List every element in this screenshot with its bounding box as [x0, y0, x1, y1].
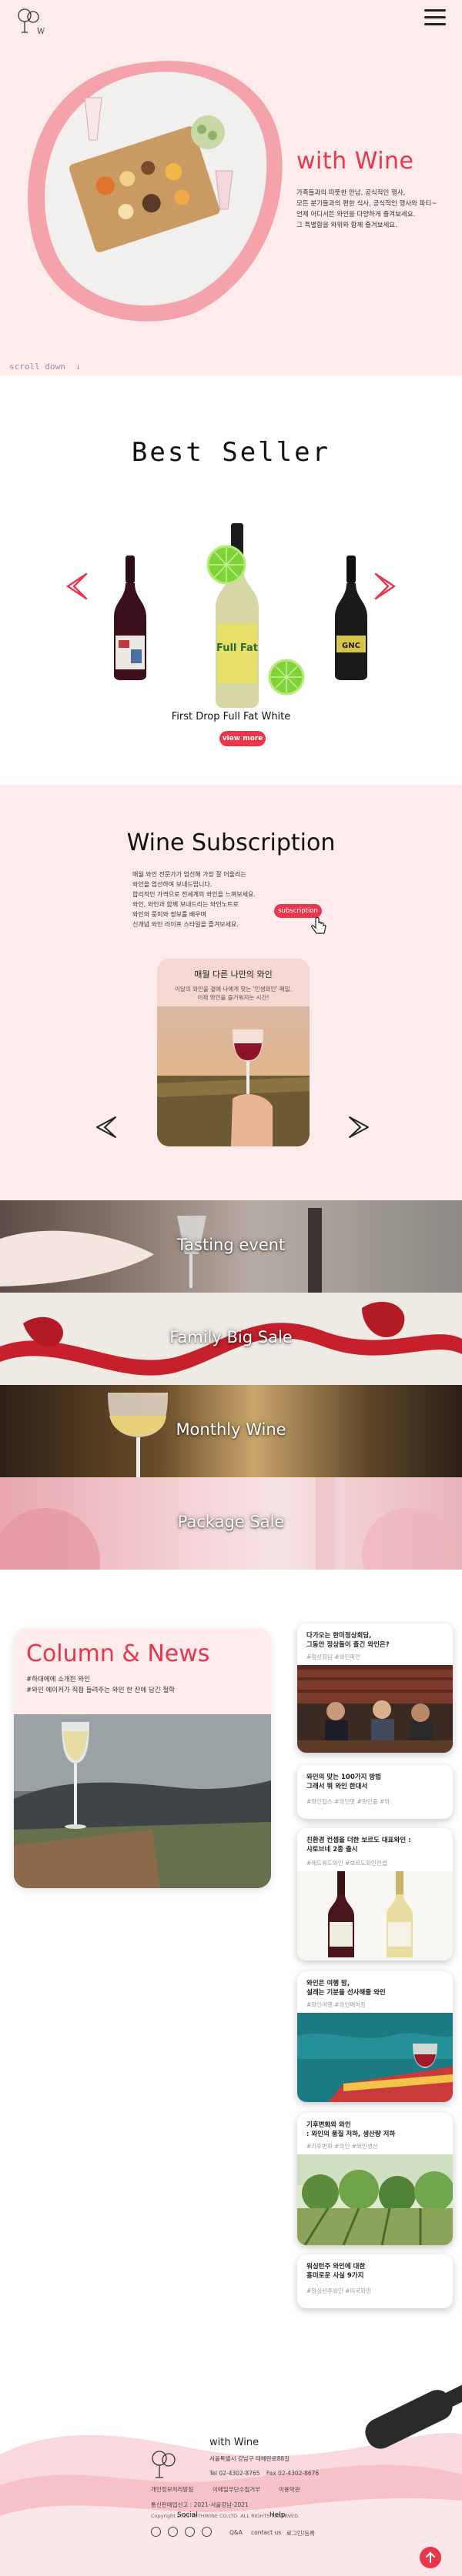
- footer-link-privacy[interactable]: 개인정보처리방침: [151, 2485, 193, 2494]
- subscription-card-title: 매월 다른 나만의 와인: [194, 969, 273, 979]
- news-tags: #정상회담 #와인파인: [306, 1653, 361, 1660]
- prev-arrow-icon[interactable]: [63, 571, 91, 602]
- hand-pointer-icon: [311, 917, 326, 934]
- news-item[interactable]: 친환경 컨셉을 더한 보르도 대표와인 : 샤토브네 2종 출시 #에드워드와인…: [297, 1828, 453, 1960]
- subscription-button[interactable]: subscription: [274, 904, 322, 918]
- footer-license: 통신판매업신고 : 2021-서울강남-2021: [151, 2501, 249, 2508]
- footer-logo[interactable]: [151, 2450, 188, 2488]
- bottle-right-image[interactable]: GNC: [332, 556, 370, 680]
- news-tags: #와인팁스 #와인맛 #와인즐 #와: [306, 1798, 390, 1805]
- help-link-contact[interactable]: contact us: [251, 2529, 281, 2536]
- footer-link-email[interactable]: 이메일무단수집거부: [213, 2485, 260, 2494]
- hamburger-icon[interactable]: [424, 9, 446, 26]
- footer-help-title: Help: [270, 2511, 286, 2519]
- footer-address: 서울특별시 강남구 테헤란로88길: [209, 2455, 290, 2462]
- bottle-center-image[interactable]: Full Fat: [205, 523, 305, 708]
- help-link-login[interactable]: 로그인/등록: [286, 2529, 315, 2538]
- subscription-next-arrow-icon[interactable]: [346, 1116, 371, 1139]
- banner-family-big-sale[interactable]: Family Big Sale: [0, 1293, 462, 1385]
- subscription-title: Wine Subscription: [126, 829, 336, 856]
- view-more-button[interactable]: view more: [219, 731, 266, 746]
- news-image: [297, 2013, 453, 2102]
- subscription-prev-arrow-icon[interactable]: [94, 1116, 119, 1139]
- youtube-icon[interactable]: [202, 2527, 212, 2537]
- bottle-label-text: GNC: [342, 642, 360, 650]
- column-title: Column & News: [26, 1640, 210, 1667]
- scroll-down-label: scroll down: [9, 362, 65, 372]
- column-card[interactable]: Column & News #하대에에 소개된 와인 #와인 에이커가 직접 들…: [14, 1628, 271, 1888]
- twitter-icon[interactable]: [168, 2527, 178, 2537]
- news-title: 와인은 여행 밤, 설레는 기분을 선사해줄 와인: [306, 1980, 386, 1997]
- news-item[interactable]: 다가오는 한미정상회담, 그동안 정상들이 즐긴 와인은? #정상회담 #와인파…: [297, 1623, 453, 1753]
- instagram-icon[interactable]: [185, 2527, 195, 2537]
- news-item[interactable]: 와인의 맞는 100가지 방법 그래서 뭐 와인 한대서 #와인팁스 #와인맛 …: [297, 1765, 453, 1819]
- footer-social-title: Social: [177, 2511, 198, 2519]
- help-link-qna[interactable]: Q&A: [229, 2529, 243, 2536]
- subscription-card-image: [157, 1006, 310, 1146]
- banner-label: Tasting event: [176, 1236, 286, 1254]
- news-tags: #와인여행 #와인페어링: [306, 2001, 367, 2008]
- news-tags: #와싱턴주와인 #미국와인: [306, 2287, 371, 2294]
- column-image: [14, 1714, 271, 1888]
- news-image: [297, 1665, 453, 1753]
- hero-image: [28, 61, 283, 322]
- banner-label: Family Big Sale: [169, 1328, 293, 1346]
- news-title: 기후변화와 와인 : 와인의 품질 저하, 생산량 저하: [306, 2121, 396, 2138]
- column-description: #하대에에 소개된 와인 #와인 에이커가 직접 들려주는 와인 한 잔에 담긴…: [26, 1676, 175, 1694]
- site-logo[interactable]: W: [17, 8, 52, 40]
- next-arrow-icon[interactable]: [371, 571, 399, 602]
- news-title: 워싱턴주 와인에 대한 흥미로운 사실 9가지: [306, 2263, 366, 2280]
- facebook-icon[interactable]: [151, 2527, 161, 2537]
- news-title: 친환경 컨셉을 더한 보르도 대표와인 : 샤토브네 2종 출시: [306, 1837, 411, 1854]
- news-title: 와인의 맞는 100가지 방법 그래서 뭐 와인 한대서: [306, 1774, 382, 1790]
- banner-package-sale[interactable]: Package Sale: [0, 1477, 462, 1570]
- subscription-card[interactable]: 매월 다른 나만의 와인 이달의 와인을 곁에 나에게 맞는 '인생와인' 패밀…: [157, 959, 310, 1146]
- subscription-section: Wine Subscription 매월 와인 전문가가 엄선해 가장 잘 어울…: [0, 785, 462, 1200]
- footer-fax: Fax 02-4302-8676: [266, 2470, 320, 2477]
- best-seller-title: Best Seller: [131, 437, 331, 468]
- subscription-card-description: 이달의 와인을 곁에 나에게 맞는 '인생와인' 패밀, 이제 와인을 즐거워지…: [175, 986, 292, 1001]
- bottle-left-image[interactable]: [111, 556, 149, 680]
- bottle-label-text: Full Fat: [216, 642, 258, 654]
- arrow-up-icon: [426, 2551, 435, 2563]
- news-item[interactable]: 기후변화와 와인 : 와인의 품질 저하, 생산량 저하 #기후변화 #와인 #…: [297, 2113, 453, 2245]
- hero-title: with Wine: [296, 148, 414, 175]
- back-to-top-button[interactable]: [420, 2547, 441, 2568]
- news-title: 다가오는 한미정상회담, 그동안 정상들이 즐긴 와인은?: [306, 1632, 390, 1649]
- news-tags: #기후변화 #와인 #와인생산: [306, 2143, 378, 2150]
- news-image: [297, 2154, 453, 2245]
- banner-monthly-wine[interactable]: Monthly Wine: [0, 1385, 462, 1477]
- footer-link-terms[interactable]: 이용약관: [279, 2485, 300, 2494]
- hero-description: 가족들과의 따뜻한 만남, 공식적인 행사, 모든 분기들과의 편한 식사, 공…: [296, 189, 437, 229]
- best-seller-caption: First Drop Full Fat White: [171, 711, 291, 722]
- news-image: [297, 1871, 453, 1960]
- news-tags: #에드워드와인 #보르도와인컨셉: [306, 1860, 387, 1867]
- hero-section: W with Wine 가족들과의 따뜻한 만남, 공식적인 행사, 모든 분기…: [0, 0, 462, 375]
- footer-brand: with Wine: [209, 2437, 259, 2448]
- arrow-down-icon: ↓: [70, 362, 81, 372]
- subscription-description: 매월 와인 전문가가 엄선해 가장 잘 어울리는 와인을 엄선하여 보내드립니다…: [132, 871, 256, 928]
- scroll-down-link[interactable]: scroll down ↓: [9, 362, 81, 372]
- footer-phone: Tel 02-4302-8765: [209, 2470, 260, 2477]
- banner-label: Monthly Wine: [176, 1420, 286, 1439]
- banner-label: Package Sale: [177, 1513, 285, 1531]
- logo-text: W: [37, 28, 45, 36]
- banner-tasting-event[interactable]: Tasting event: [0, 1200, 462, 1293]
- news-item[interactable]: 워싱턴주 와인에 대한 흥미로운 사실 9가지 #와싱턴주와인 #미국와인: [297, 2254, 453, 2308]
- news-item[interactable]: 와인은 여행 밤, 설레는 기분을 선사해줄 와인 #와인여행 #와인페어링: [297, 1971, 453, 2102]
